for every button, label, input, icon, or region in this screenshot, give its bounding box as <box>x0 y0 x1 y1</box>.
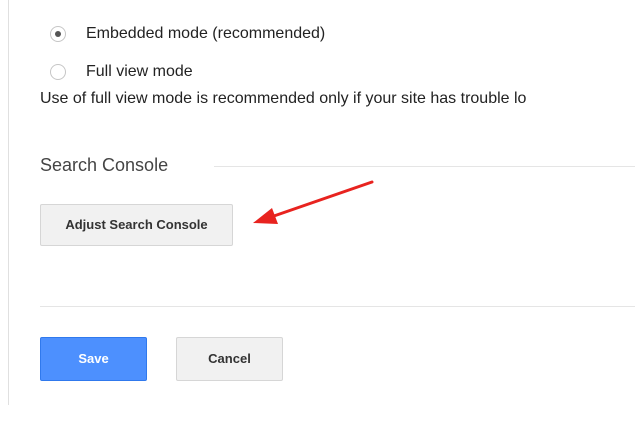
form-divider <box>40 306 635 307</box>
left-border <box>8 0 9 405</box>
red-arrow-annotation <box>253 180 374 224</box>
adjust-search-console-button[interactable]: Adjust Search Console <box>40 204 233 246</box>
radio-label-embedded: Embedded mode (recommended) <box>86 25 326 42</box>
section-divider-line <box>214 166 635 167</box>
radio-option-embedded[interactable]: Embedded mode (recommended) <box>50 24 325 44</box>
cancel-button[interactable]: Cancel <box>176 337 283 381</box>
radio-embedded-mode[interactable] <box>50 26 66 42</box>
section-title-search-console: Search Console <box>40 155 169 175</box>
arrow-head-icon <box>253 208 278 224</box>
radio-full-view-mode[interactable] <box>50 64 66 80</box>
settings-page: Embedded mode (recommended) Full view mo… <box>0 0 635 433</box>
arrow-shaft <box>269 180 374 219</box>
radio-label-full-view: Full view mode <box>86 63 193 80</box>
save-button[interactable]: Save <box>40 337 147 381</box>
full-view-help-text: Use of full view mode is recommended onl… <box>40 90 527 107</box>
radio-option-full-view[interactable]: Full view mode <box>50 62 193 82</box>
